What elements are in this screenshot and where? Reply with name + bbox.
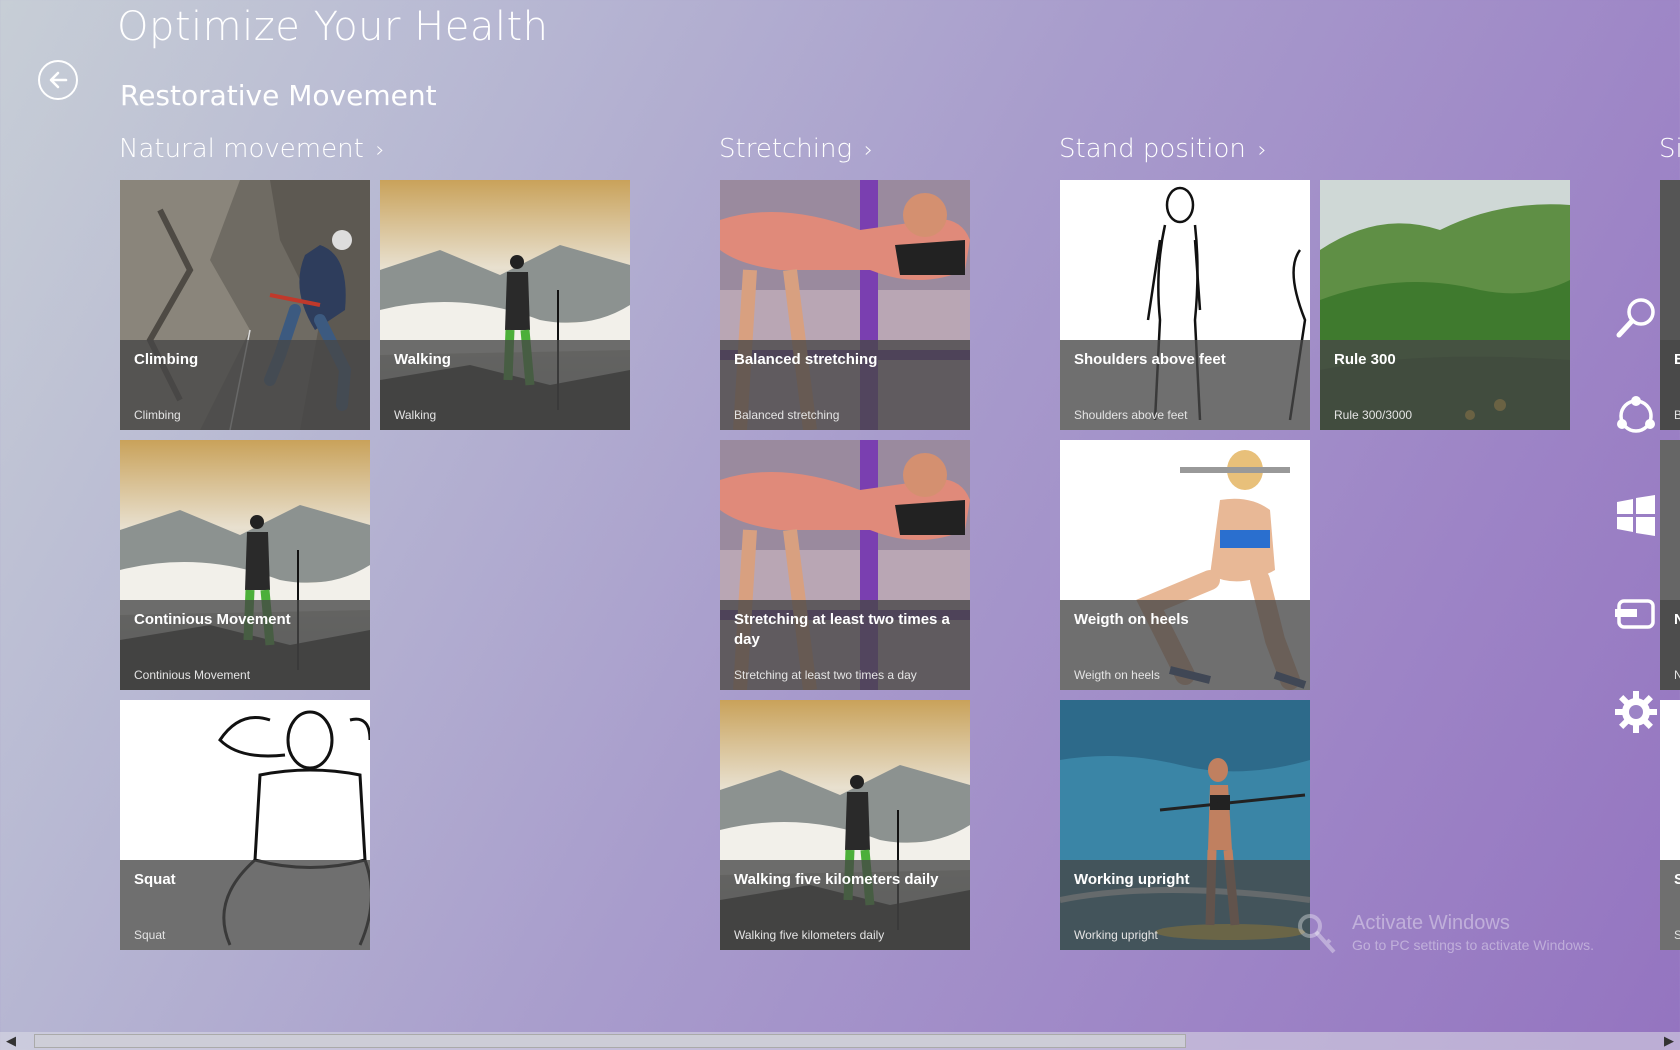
tile-continious-movement[interactable]: Continious Movement Continious Movement xyxy=(120,440,370,690)
share-charm[interactable] xyxy=(1608,388,1664,444)
tile-subtitle: Rule 300/3000 xyxy=(1334,408,1413,422)
tile-title: Shoulders above feet xyxy=(1074,351,1226,368)
search-icon xyxy=(1616,298,1655,338)
chevron-right-icon: › xyxy=(864,138,873,163)
settings-charm[interactable] xyxy=(1608,684,1664,740)
tile-subtitle: N xyxy=(1674,668,1680,682)
chevron-right-icon: › xyxy=(375,138,385,163)
tile-stretching-two-times[interactable]: Stretching at least two times a day Stret… xyxy=(720,440,970,690)
devices-charm[interactable] xyxy=(1608,586,1664,642)
tile-climbing[interactable]: Climbing Climbing xyxy=(120,180,370,430)
tile-subtitle: Squat xyxy=(134,928,166,942)
back-arrow-icon xyxy=(49,71,68,89)
group-header-label: Stand position xyxy=(1059,134,1246,164)
share-icon xyxy=(1617,396,1655,433)
watermark-title: Activate Windows xyxy=(1352,912,1510,934)
tile-weigth-on-heels[interactable]: Weigth on heels Weigth on heels xyxy=(1060,440,1310,690)
tile-partial-2[interactable]: NN xyxy=(1660,440,1680,690)
tile-subtitle: S xyxy=(1674,928,1680,942)
group-header-label: Si xyxy=(1659,134,1680,164)
group-header-partial[interactable]: Si xyxy=(1659,134,1680,164)
tile-subtitle: Walking five kilometers daily xyxy=(734,928,885,942)
tile-working-upright[interactable]: Working upright Working upright xyxy=(1060,700,1310,950)
tile-subtitle: Continious Movement xyxy=(134,668,251,682)
tile-balanced-stretching[interactable]: Balanced stretching Balanced stretching xyxy=(720,180,970,430)
tile-title: Stretching at least two times a day xyxy=(734,611,950,648)
group-header-label: Stretching xyxy=(719,134,853,164)
key-icon xyxy=(1298,914,1336,954)
tile-subtitle: Walking xyxy=(394,408,437,422)
tile-subtitle: Working upright xyxy=(1074,928,1158,942)
tile-subtitle: Weigth on heels xyxy=(1074,668,1160,682)
tile-title: Balanced stretching xyxy=(734,351,878,368)
group-header-stretching[interactable]: Stretching › xyxy=(719,134,873,164)
search-charm[interactable] xyxy=(1608,290,1664,346)
watermark-text: Go to PC settings to activate Windows. xyxy=(1352,937,1594,953)
app-title: Optimize Your Health xyxy=(117,4,549,50)
tile-subtitle: Balanced stretching xyxy=(734,408,840,422)
tile-subtitle: Stretching at least two times a day xyxy=(734,668,917,682)
group-header-natural-movement[interactable]: Natural movement › xyxy=(119,134,385,164)
tile-title: Continious Movement xyxy=(134,611,291,628)
tile-title: Working upright xyxy=(1074,871,1190,888)
tile-title: Walking xyxy=(394,351,451,368)
tile-subtitle: Climbing xyxy=(134,408,181,422)
back-button[interactable] xyxy=(38,60,78,100)
scroll-right-arrow-icon[interactable]: ▶ xyxy=(1660,1032,1678,1050)
tile-shoulders-above-feet[interactable]: Shoulders above feet Shoulders above feet xyxy=(1060,180,1310,430)
tile-title: Rule 300 xyxy=(1334,351,1396,368)
tile-title: Walking five kilometers daily xyxy=(734,871,939,888)
scroll-left-arrow-icon[interactable]: ◀ xyxy=(2,1032,20,1050)
tile-subtitle: Shoulders above feet xyxy=(1074,408,1188,422)
group-header-stand-position[interactable]: Stand position › xyxy=(1059,134,1267,164)
tile-walking[interactable]: Walking Walking xyxy=(380,180,630,430)
scroll-thumb[interactable] xyxy=(34,1034,1186,1048)
page-subtitle: Restorative Movement xyxy=(120,79,437,112)
tile-title: Squat xyxy=(134,871,176,888)
activation-watermark: Activate Windows Go to PC settings to ac… xyxy=(1352,912,1594,953)
tile-title: Weigth on heels xyxy=(1074,611,1189,628)
tile-rule-300[interactable]: Rule 300 Rule 300/3000 xyxy=(1320,180,1570,430)
tile-squat[interactable]: Squat Squat xyxy=(120,700,370,950)
tile-title: Climbing xyxy=(134,351,199,368)
settings-icon xyxy=(1615,691,1657,733)
tile-walking-five-km[interactable]: Walking five kilometers daily Walking fiv… xyxy=(720,700,970,950)
horizontal-scrollbar[interactable]: ◀ ▶ xyxy=(0,1032,1680,1050)
start-icon xyxy=(1617,495,1655,536)
devices-icon xyxy=(1615,599,1655,629)
group-header-label: Natural movement xyxy=(119,134,364,164)
start-charm[interactable] xyxy=(1608,488,1664,544)
chevron-right-icon: › xyxy=(1257,138,1267,163)
tile-subtitle: B xyxy=(1674,408,1680,422)
